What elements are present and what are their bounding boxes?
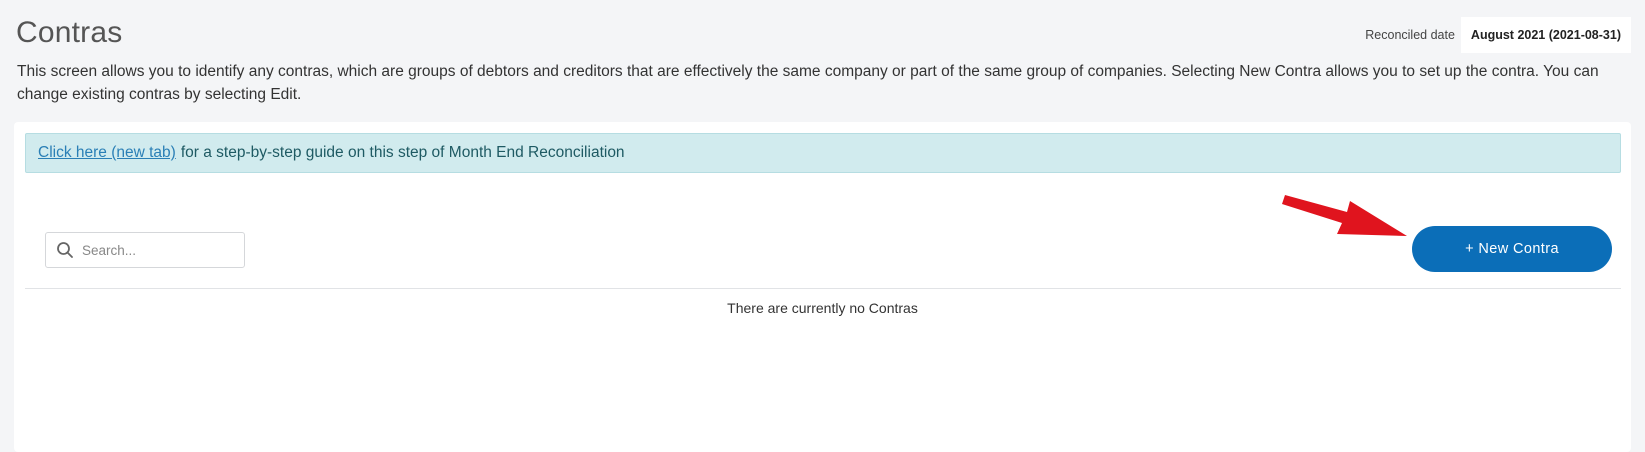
reconciled-date-value: August 2021 (2021-08-31)	[1460, 17, 1631, 53]
page-title: Contras	[16, 16, 123, 49]
contras-card: Click here (new tab) for a step-by-step …	[14, 122, 1631, 452]
search-icon	[57, 242, 73, 258]
page-header: Contras Reconciled date August 2021 (202…	[0, 0, 1645, 120]
guide-link[interactable]: Click here (new tab)	[38, 144, 176, 162]
search-input[interactable]	[82, 242, 232, 258]
empty-table-message: There are currently no Contras	[727, 300, 918, 316]
arrow-right-icon	[1282, 195, 1407, 236]
guide-banner: Click here (new tab) for a step-by-step …	[25, 133, 1621, 173]
guide-text: for a step-by-step guide on this step of…	[180, 144, 625, 161]
reconciled-date: Reconciled date August 2021 (2021-08-31)	[1365, 17, 1631, 53]
new-contra-button[interactable]: + New Contra	[1412, 226, 1612, 272]
page-description: This screen allows you to identify any c…	[17, 63, 1599, 103]
search-box[interactable]	[45, 232, 245, 268]
divider	[25, 288, 1621, 289]
reconciled-date-label: Reconciled date	[1365, 28, 1455, 42]
